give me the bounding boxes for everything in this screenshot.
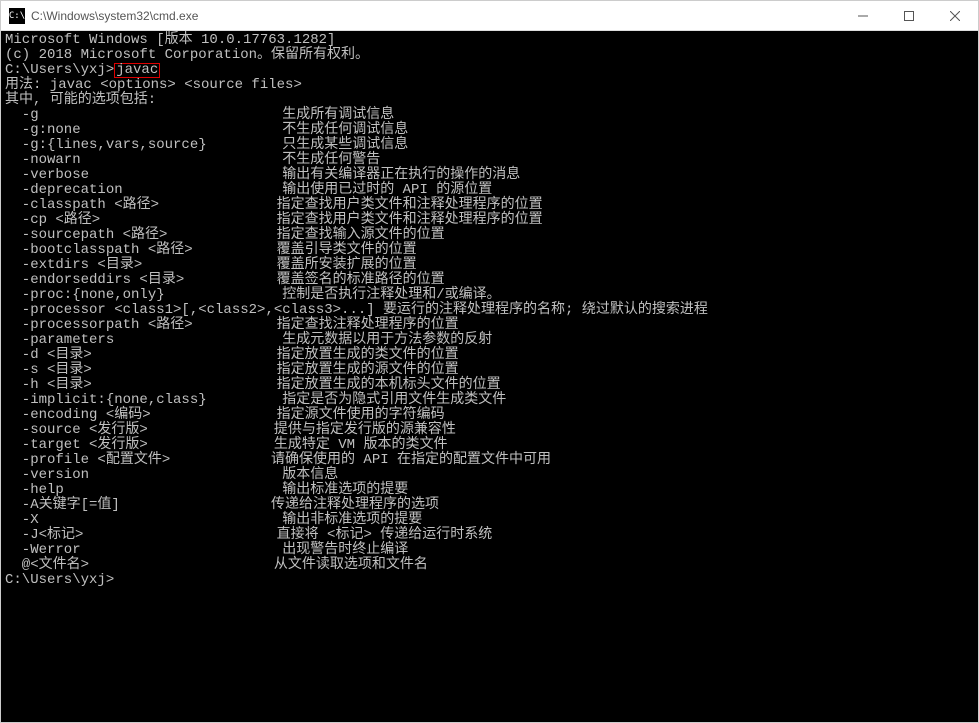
terminal-line: -implicit:{none,class} 指定是否为隐式引用文件生成类文件 [5, 393, 974, 408]
terminal-line: 其中, 可能的选项包括: [5, 93, 974, 108]
terminal-line: -nowarn 不生成任何警告 [5, 153, 974, 168]
terminal-line: -encoding <编码> 指定源文件使用的字符编码 [5, 408, 974, 423]
terminal-line: -target <发行版> 生成特定 VM 版本的类文件 [5, 438, 974, 453]
window-controls [840, 1, 978, 30]
terminal-line: -h <目录> 指定放置生成的本机标头文件的位置 [5, 378, 974, 393]
terminal-line: -cp <路径> 指定查找用户类文件和注释处理程序的位置 [5, 213, 974, 228]
close-button[interactable] [932, 1, 978, 30]
terminal-line: -d <目录> 指定放置生成的类文件的位置 [5, 348, 974, 363]
cmd-icon: C:\ [9, 8, 25, 24]
terminal-line: Microsoft Windows [版本 10.0.17763.1282] [5, 33, 974, 48]
terminal-line: -endorseddirs <目录> 覆盖签名的标准路径的位置 [5, 273, 974, 288]
terminal-line: 用法: javac <options> <source files> [5, 78, 974, 93]
terminal-line: C:\Users\yxj> [5, 573, 974, 588]
terminal-line: -J<标记> 直接将 <标记> 传递给运行时系统 [5, 528, 974, 543]
terminal-line: -proc:{none,only} 控制是否执行注释处理和/或编译。 [5, 288, 974, 303]
highlighted-command: javac [114, 63, 160, 78]
terminal-line: @<文件名> 从文件读取选项和文件名 [5, 558, 974, 573]
cmd-window: C:\ C:\Windows\system32\cmd.exe Microsof… [0, 0, 979, 723]
terminal-line: -X 输出非标准选项的提要 [5, 513, 974, 528]
terminal-line: -Werror 出现警告时终止编译 [5, 543, 974, 558]
maximize-button[interactable] [886, 1, 932, 30]
minimize-icon [858, 11, 868, 21]
minimize-button[interactable] [840, 1, 886, 30]
terminal-line: -classpath <路径> 指定查找用户类文件和注释处理程序的位置 [5, 198, 974, 213]
terminal-line: -version 版本信息 [5, 468, 974, 483]
terminal-line: -g:{lines,vars,source} 只生成某些调试信息 [5, 138, 974, 153]
terminal-line: -g:none 不生成任何调试信息 [5, 123, 974, 138]
terminal-line: -parameters 生成元数据以用于方法参数的反射 [5, 333, 974, 348]
terminal-line: (c) 2018 Microsoft Corporation。保留所有权利。 [5, 48, 974, 63]
terminal-line: -processor <class1>[,<class2>,<class3>..… [5, 303, 974, 318]
terminal-line: C:\Users\yxj>javac [5, 63, 974, 78]
terminal-line: -processorpath <路径> 指定查找注释处理程序的位置 [5, 318, 974, 333]
terminal-line: -s <目录> 指定放置生成的源文件的位置 [5, 363, 974, 378]
terminal-line: -sourcepath <路径> 指定查找输入源文件的位置 [5, 228, 974, 243]
terminal-line: -source <发行版> 提供与指定发行版的源兼容性 [5, 423, 974, 438]
maximize-icon [904, 11, 914, 21]
close-icon [950, 11, 960, 21]
terminal-output[interactable]: Microsoft Windows [版本 10.0.17763.1282](c… [1, 31, 978, 722]
window-title: C:\Windows\system32\cmd.exe [31, 9, 840, 23]
terminal-line: -extdirs <目录> 覆盖所安装扩展的位置 [5, 258, 974, 273]
terminal-line: -g 生成所有调试信息 [5, 108, 974, 123]
terminal-line: -deprecation 输出使用已过时的 API 的源位置 [5, 183, 974, 198]
terminal-line: -profile <配置文件> 请确保使用的 API 在指定的配置文件中可用 [5, 453, 974, 468]
terminal-line: -help 输出标准选项的提要 [5, 483, 974, 498]
terminal-line: -verbose 输出有关编译器正在执行的操作的消息 [5, 168, 974, 183]
titlebar[interactable]: C:\ C:\Windows\system32\cmd.exe [1, 1, 978, 31]
terminal-line: -bootclasspath <路径> 覆盖引导类文件的位置 [5, 243, 974, 258]
terminal-line: -A关键字[=值] 传递给注释处理程序的选项 [5, 498, 974, 513]
